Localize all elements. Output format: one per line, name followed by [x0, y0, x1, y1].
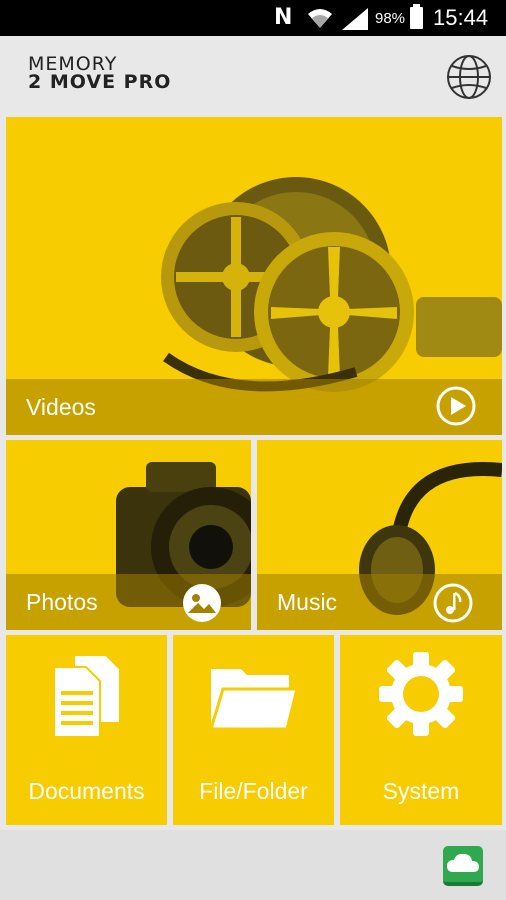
- app-logo: MEMORY 2 MOVE PRO: [28, 55, 171, 92]
- signal-icon: [342, 8, 368, 30]
- videos-label: Videos: [26, 394, 96, 420]
- documents-label: Documents: [28, 778, 145, 804]
- file-folder-tile[interactable]: File/Folder: [173, 635, 334, 825]
- film-reels-image: [161, 177, 502, 392]
- system-tile[interactable]: System: [340, 635, 502, 825]
- battery-icon: [410, 4, 423, 29]
- cloud-icon[interactable]: [443, 846, 483, 886]
- gear-icon: [379, 652, 463, 736]
- photos-tile[interactable]: Photos: [6, 440, 251, 630]
- globe-icon[interactable]: [446, 54, 492, 100]
- bottom-bar: [0, 830, 506, 900]
- documents-icon: [53, 654, 121, 738]
- photo-icon[interactable]: [182, 583, 222, 623]
- system-label: System: [382, 778, 460, 804]
- music-tile[interactable]: Music: [257, 440, 502, 630]
- notification-n-icon: N: [274, 5, 293, 30]
- music-label: Music: [277, 589, 338, 615]
- file-folder-label: File/Folder: [199, 778, 308, 804]
- wifi-icon: [308, 9, 332, 28]
- clock: 15:44: [433, 5, 489, 30]
- app-bar: MEMORY 2 MOVE PRO: [0, 36, 506, 112]
- photos-label: Photos: [26, 589, 98, 615]
- battery-percent: 98%: [375, 10, 406, 27]
- status-bar: N 98% 15:44: [0, 0, 506, 36]
- music-note-icon[interactable]: [433, 583, 473, 623]
- logo-line-2: 2 MOVE PRO: [28, 71, 172, 93]
- folder-icon: [209, 669, 299, 731]
- videos-tile[interactable]: Videos: [6, 117, 502, 435]
- play-icon[interactable]: [436, 386, 476, 426]
- documents-tile[interactable]: Documents: [6, 635, 167, 825]
